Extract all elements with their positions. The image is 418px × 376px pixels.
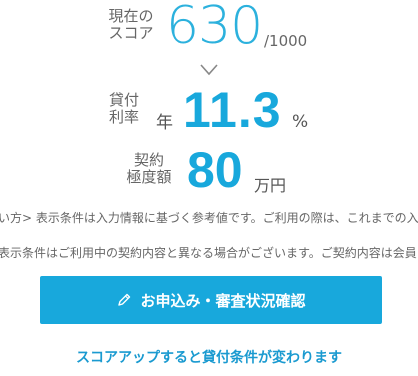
disclaimer-note-2: 表示条件はご利用中の契約内容と異なる場合がございます。ご契約内容は会員 (0, 246, 417, 260)
limit-value: 80 (187, 142, 243, 198)
score-value: 630 (166, 0, 263, 56)
rate-value: 11.3 (183, 82, 282, 138)
score-label: 現在の スコア (108, 7, 154, 42)
score-result-page: 現在の スコア 630 /1000 貸付 利率 年 11.3 % 契約 極度額 … (0, 0, 418, 376)
score-max: /1000 (264, 32, 308, 50)
rate-unit: % (292, 112, 309, 132)
pencil-icon (118, 293, 131, 306)
disclaimer-note-1: い方> 表示条件は入力情報に基づく参考値です。ご利用の際は、これまでの入 (0, 211, 418, 225)
chevron-down-icon (200, 64, 218, 76)
rate-prefix: 年 (156, 113, 173, 133)
rate-label: 貸付 利率 (108, 91, 139, 126)
score-up-link[interactable]: スコアアップすると貸付条件が変わります (0, 347, 418, 367)
apply-status-button[interactable]: お申込み・審査状況確認 (40, 276, 382, 324)
limit-label: 契約 極度額 (126, 151, 172, 186)
apply-status-button-label: お申込み・審査状況確認 (140, 291, 306, 310)
limit-unit: 万円 (254, 176, 287, 195)
